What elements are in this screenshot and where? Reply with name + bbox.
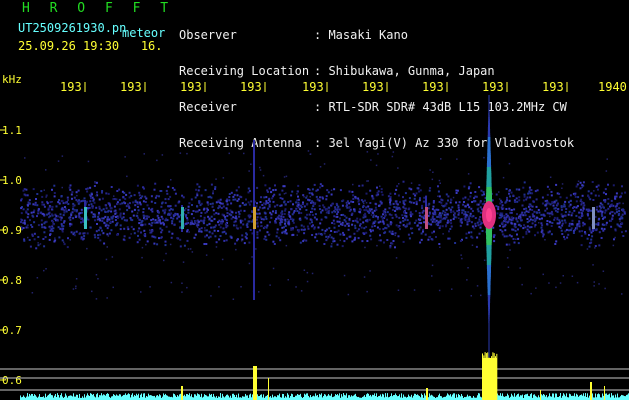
- level-spike: [496, 353, 498, 400]
- level-spike: [491, 356, 493, 400]
- level-spike: [482, 353, 483, 400]
- streak-core: [84, 207, 87, 229]
- x-tick-label: 193: [422, 80, 444, 94]
- streak-core: [592, 207, 595, 229]
- level-spike: [590, 382, 592, 400]
- x-tick-label: 193: [362, 80, 384, 94]
- level-spike: [540, 390, 541, 400]
- time-axis: 193 193 193 193 193 193 193 193 193 1940: [60, 80, 627, 94]
- level-spike: [253, 366, 257, 400]
- streak-core: [181, 207, 184, 229]
- x-tick-label: 193: [542, 80, 564, 94]
- frequency-axis: 1.11.00.90.80.70.6: [0, 124, 22, 387]
- meteor-echo-peak: [486, 208, 492, 222]
- level-spike: [268, 378, 269, 400]
- spectrogram: 193 193 193 193 193 193 193 193 193 1940 1.11.00.…: [0, 80, 629, 400]
- level-spike: [483, 355, 485, 400]
- level-spike: [485, 353, 487, 400]
- x-tick-label: 193: [482, 80, 504, 94]
- x-tick-label: 193: [302, 80, 324, 94]
- x-tick-label: 1940: [598, 80, 627, 94]
- level-spike: [492, 352, 494, 400]
- x-tick-label: 193: [180, 80, 202, 94]
- x-tick-label: 193: [120, 80, 142, 94]
- x-tick-label: 193: [240, 80, 262, 94]
- streak-core: [253, 207, 256, 229]
- signal-level-trace: [0, 352, 629, 400]
- level-spike: [489, 357, 491, 400]
- level-spike: [488, 357, 490, 400]
- level-spike: [484, 352, 486, 400]
- level-spike: [426, 388, 428, 400]
- x-tick-label: 193: [60, 80, 82, 94]
- noise-band: [20, 150, 627, 300]
- level-spike: [604, 386, 605, 400]
- level-spike: [487, 352, 489, 400]
- level-spike: [495, 356, 496, 400]
- level-spike: [493, 353, 495, 400]
- level-spike: [181, 386, 183, 400]
- streak-core: [425, 207, 428, 229]
